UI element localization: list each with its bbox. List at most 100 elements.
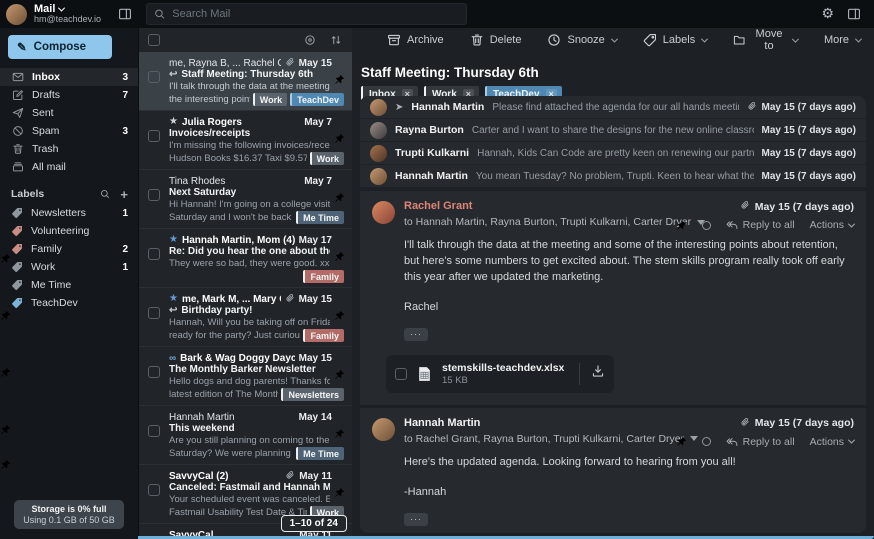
list-item[interactable]: Tina RhodesMay 7 Next Saturday Hi Hannah… bbox=[139, 170, 352, 229]
list-item[interactable]: Hannah MartinMay 14 This weekend Are you… bbox=[139, 406, 352, 465]
sidebar-item-spam[interactable]: Spam3 bbox=[0, 122, 138, 140]
paperclip-icon bbox=[747, 101, 757, 114]
sidebar-item-family[interactable]: Family2 bbox=[0, 240, 138, 258]
attachment-checkbox[interactable] bbox=[395, 368, 407, 380]
sidebar-toggle-icon[interactable] bbox=[117, 6, 133, 22]
actions-button[interactable]: Actions bbox=[810, 436, 854, 448]
add-label-icon[interactable]: + bbox=[120, 187, 128, 202]
item-checkbox[interactable] bbox=[148, 71, 160, 83]
more-button[interactable]: More bbox=[811, 28, 874, 52]
collapsed-message[interactable]: Rayna Burton Carter and I want to share … bbox=[360, 119, 866, 142]
chevron-down-icon bbox=[848, 220, 855, 227]
pin-icon[interactable] bbox=[334, 428, 345, 439]
pin-icon bbox=[0, 424, 11, 435]
sidebar-item-inbox[interactable]: Inbox3 bbox=[0, 68, 138, 86]
sidebar-item-drafts[interactable]: Drafts7 bbox=[0, 86, 138, 104]
sidebar-item-trash[interactable]: Trash bbox=[0, 140, 138, 158]
labels-button[interactable]: Labels bbox=[630, 28, 720, 52]
list-item[interactable]: ★Julia RogersMay 7 Invoices/receipts I'm… bbox=[139, 111, 352, 170]
star-icon[interactable]: ★ bbox=[169, 117, 178, 127]
label-chip: Family bbox=[303, 270, 344, 283]
star-icon[interactable]: ★ bbox=[169, 294, 178, 304]
filter-icon[interactable] bbox=[304, 34, 316, 46]
pin-icon[interactable] bbox=[334, 310, 345, 321]
pin-icon[interactable] bbox=[334, 251, 345, 262]
actions-button[interactable]: Actions bbox=[810, 219, 854, 231]
recipients-row[interactable]: to Hannah Martin, Rayna Burton, Trupti K… bbox=[404, 216, 705, 228]
item-checkbox[interactable] bbox=[148, 484, 160, 496]
spam-count: 3 bbox=[122, 126, 128, 137]
sidebar-item-sent[interactable]: Sent bbox=[0, 104, 138, 122]
tag-icon bbox=[11, 243, 23, 255]
list-item[interactable]: ★Hannah Martin, Mom (4)May 17 Re: Did yo… bbox=[139, 229, 352, 288]
tag-icon bbox=[11, 297, 23, 309]
tag-icon bbox=[11, 225, 23, 237]
list-item[interactable]: ★me, Mark M, ... Mary G (8)May 15 ↩Birth… bbox=[139, 288, 352, 347]
search-bar[interactable] bbox=[146, 3, 467, 25]
move-to-button[interactable]: Move to bbox=[720, 28, 811, 52]
search-input[interactable] bbox=[172, 8, 459, 20]
avatar bbox=[370, 99, 387, 116]
message-toolbar: Archive Delete Snooze Labels Move to Mor… bbox=[352, 28, 874, 52]
pin-icon[interactable] bbox=[334, 192, 345, 203]
list-item[interactable]: me, Rayna B, ... Rachel G (6)May 15 ↩Sta… bbox=[139, 52, 352, 111]
pin-icon bbox=[0, 253, 11, 264]
account-switcher[interactable]: Mail hm@teachdev.io bbox=[34, 4, 101, 25]
collapsed-message[interactable]: Hannah Martin You mean Tuesday? No probl… bbox=[360, 165, 866, 188]
download-icon[interactable] bbox=[591, 364, 605, 383]
avatar bbox=[372, 201, 395, 224]
sidebar-item-all-mail[interactable]: All mail bbox=[0, 158, 138, 176]
reply-to-all-button[interactable]: Reply to all bbox=[726, 436, 795, 448]
pin-icon[interactable] bbox=[676, 436, 687, 447]
label-search-icon[interactable] bbox=[100, 189, 110, 199]
item-checkbox[interactable] bbox=[148, 130, 160, 142]
item-checkbox[interactable] bbox=[148, 425, 160, 437]
snooze-button[interactable]: Snooze bbox=[534, 28, 629, 52]
quoted-text-toggle[interactable]: ··· bbox=[404, 513, 428, 526]
avatar bbox=[372, 418, 395, 441]
select-all-checkbox[interactable] bbox=[148, 34, 160, 46]
sidebar-item-newsletters[interactable]: Newsletters1 bbox=[0, 204, 138, 222]
pin-icon[interactable] bbox=[334, 74, 345, 85]
reading-pane-layout-icon[interactable] bbox=[846, 6, 862, 22]
label-chip: Me Time bbox=[296, 211, 344, 224]
read-status-icon[interactable] bbox=[702, 221, 711, 230]
sidebar-item-teachdev[interactable]: TeachDev bbox=[0, 294, 138, 312]
recipients-row[interactable]: to Rachel Grant, Rayna Burton, Trupti Ku… bbox=[404, 433, 698, 445]
collapsed-message[interactable]: ➤ Hannah Martin Please find attached the… bbox=[360, 96, 866, 119]
tag-icon bbox=[11, 207, 23, 219]
item-checkbox[interactable] bbox=[148, 189, 160, 201]
pagination-indicator: 1–10 of 24 bbox=[281, 515, 347, 532]
list-item[interactable]: ∞Bark & Wag Doggy DaycareMay 15 The Mont… bbox=[139, 347, 352, 406]
star-icon[interactable]: ★ bbox=[169, 235, 178, 245]
compose-button[interactable]: ✎Compose bbox=[8, 35, 112, 59]
collapsed-message[interactable]: Trupti Kulkarni Hannah, Kids Can Code ar… bbox=[360, 142, 866, 165]
attachment-chip[interactable]: stemskills-teachdev.xlsx 15 KB bbox=[386, 355, 614, 393]
sort-icon[interactable] bbox=[330, 34, 342, 46]
paperclip-icon bbox=[285, 293, 295, 306]
drafts-icon bbox=[11, 89, 24, 101]
delete-button[interactable]: Delete bbox=[457, 28, 535, 52]
sidebar-item-volunteering[interactable]: Volunteering bbox=[0, 222, 138, 240]
pin-icon[interactable] bbox=[334, 369, 345, 380]
message-body: Here's the updated agenda. Looking forwa… bbox=[404, 455, 854, 501]
settings-gear-icon[interactable]: ⚙ bbox=[821, 5, 834, 22]
pin-icon[interactable] bbox=[334, 133, 345, 144]
folder-icon bbox=[733, 33, 745, 47]
pin-icon[interactable] bbox=[676, 220, 687, 231]
archive-button[interactable]: Archive bbox=[374, 28, 457, 52]
spam-icon bbox=[11, 125, 24, 137]
item-checkbox[interactable] bbox=[148, 248, 160, 260]
reply-all-icon bbox=[726, 436, 738, 448]
pin-icon[interactable] bbox=[334, 487, 345, 498]
item-checkbox[interactable] bbox=[148, 307, 160, 319]
storage-indicator: Storage is 0% full Using 0.1 GB of 50 GB bbox=[14, 500, 124, 529]
reply-to-all-button[interactable]: Reply to all bbox=[726, 219, 795, 231]
read-status-icon[interactable] bbox=[702, 437, 711, 446]
quoted-text-toggle[interactable]: ··· bbox=[404, 328, 428, 341]
sidebar-item-me-time[interactable]: Me Time bbox=[0, 276, 138, 294]
account-avatar[interactable] bbox=[6, 4, 27, 25]
sidebar-item-work[interactable]: Work1 bbox=[0, 258, 138, 276]
expanded-message: Hannah Martin to Rachel Grant, Rayna Bur… bbox=[360, 405, 866, 533]
item-checkbox[interactable] bbox=[148, 366, 160, 378]
